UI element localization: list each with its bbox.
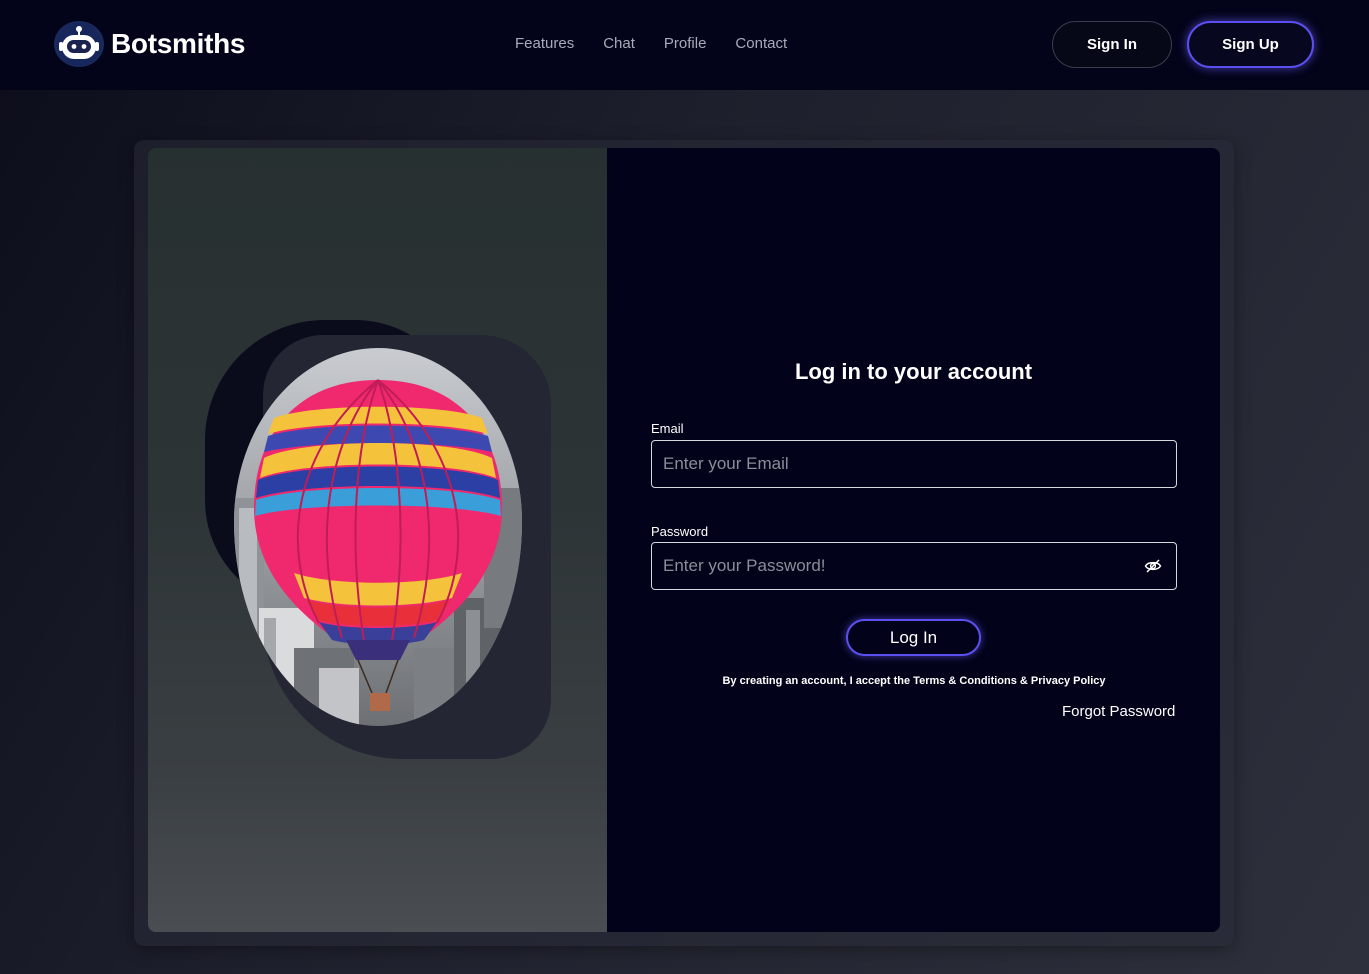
login-card: Log in to your account [148,148,1220,932]
nav-profile[interactable]: Profile [664,35,707,52]
robot-icon [54,21,104,67]
password-field[interactable]: Enter your Password! [651,542,1177,590]
eye-slash-icon[interactable] [1144,557,1162,580]
password-label: Password [651,524,709,539]
brand[interactable]: Botsmiths [54,21,246,67]
main-nav: Features Chat Profile Contact [515,35,787,52]
login-button[interactable]: Log In [846,619,981,656]
login-form-panel: Log in to your account [607,148,1220,932]
nav-features[interactable]: Features [515,35,574,52]
email-field[interactable]: Enter your Email [651,440,1177,488]
terms-text: By creating an account, I accept the Ter… [722,675,1106,687]
forgot-password-link[interactable]: Forgot Password [1062,703,1175,720]
password-placeholder: Enter your Password! [663,556,826,575]
email-placeholder: Enter your Email [663,454,789,473]
nav-contact[interactable]: Contact [735,35,787,52]
illustration-panel [148,148,607,932]
sign-up-button[interactable]: Sign Up [1187,21,1314,68]
form-title: Log in to your account [794,359,1033,384]
nav-chat[interactable]: Chat [603,35,635,52]
sign-in-button[interactable]: Sign In [1052,21,1172,68]
top-navbar: Botsmiths Features Chat Profile Contact … [0,0,1369,90]
brand-name: Botsmiths [111,28,246,59]
email-label: Email [651,421,684,436]
